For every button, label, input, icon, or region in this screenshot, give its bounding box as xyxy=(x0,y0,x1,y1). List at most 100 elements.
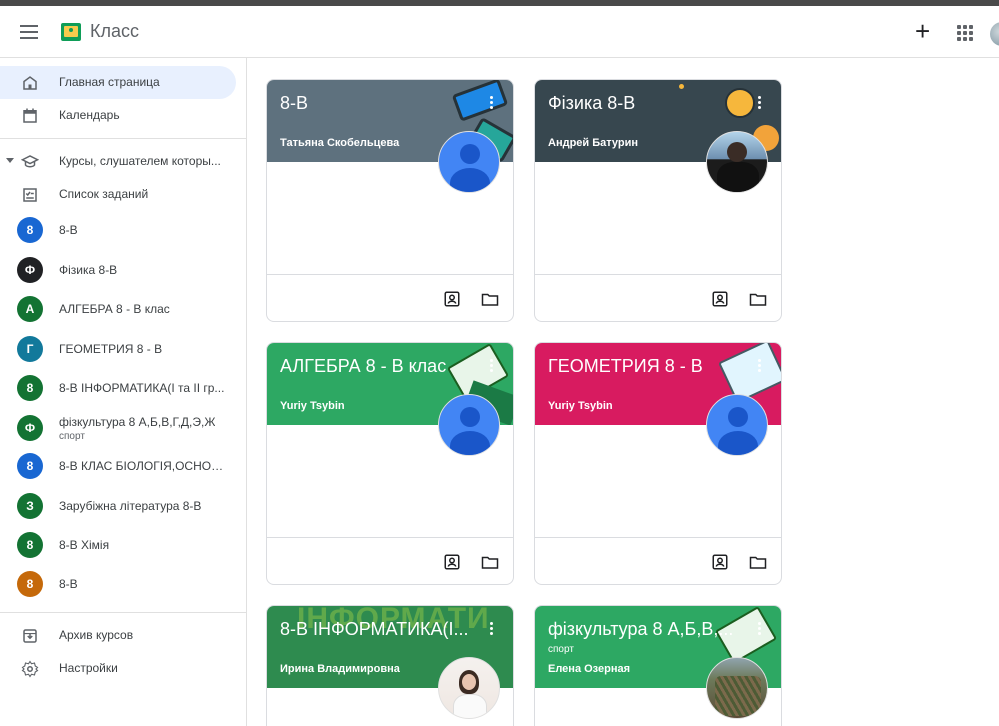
card-teacher: Татьяна Скобельцева xyxy=(280,137,400,149)
gradebook-icon[interactable] xyxy=(443,290,461,308)
sidebar-item-course[interactable]: А АЛГЕБРА 8 - В клас xyxy=(0,293,236,326)
folder-icon[interactable] xyxy=(749,553,767,571)
card-teacher: Yuriy Tsybin xyxy=(280,400,345,412)
sidebar-item-enrolled[interactable]: Курсы, слушателем которы... xyxy=(0,145,236,178)
teacher-avatar xyxy=(438,131,500,193)
class-card[interactable]: ІНФОРМАТИ 8-В ІНФОРМАТИКА(І... Ирина Вла… xyxy=(266,605,514,726)
top-app-bar: Класс + xyxy=(0,6,999,58)
card-teacher: Yuriy Tsybin xyxy=(548,400,613,412)
sidebar-item-label: АЛГЕБРА 8 - В клас xyxy=(59,302,170,316)
teacher-avatar xyxy=(706,131,768,193)
card-footer xyxy=(267,274,513,321)
sidebar-item-label: 8-В КЛАС БІОЛОГІЯ,ОСНОВ... xyxy=(59,459,229,473)
sidebar-item-home[interactable]: Главная страница xyxy=(0,66,236,99)
card-title[interactable]: 8-В ІНФОРМАТИКА(І... xyxy=(280,619,469,640)
course-avatar: З xyxy=(17,493,43,519)
app-title[interactable]: Класс xyxy=(90,21,139,42)
card-section: спорт xyxy=(548,644,574,655)
card-teacher: Елена Озерная xyxy=(548,663,631,675)
more-options-icon[interactable] xyxy=(490,359,494,375)
sidebar-item-label: Зарубіжна література 8-В xyxy=(59,499,202,513)
sidebar-item-course[interactable]: Ф фізкультура 8 А,Б,В,Г,Д,Э,Ж спорт xyxy=(0,411,236,447)
add-class-icon[interactable]: + xyxy=(915,18,930,44)
classroom-logo-icon[interactable] xyxy=(61,23,81,41)
course-avatar: Ф xyxy=(17,257,43,283)
calendar-icon xyxy=(23,108,37,123)
course-avatar: 8 xyxy=(17,532,43,558)
sidebar-item-course[interactable]: 8 8-В КЛАС БІОЛОГІЯ,ОСНОВ... xyxy=(0,450,236,483)
more-options-icon[interactable] xyxy=(490,96,494,112)
sidebar-item-label: Фізика 8-В xyxy=(59,263,118,277)
gradebook-icon[interactable] xyxy=(711,553,729,571)
course-avatar: А xyxy=(17,296,43,322)
card-footer xyxy=(535,274,781,321)
sidebar-item-label: Главная страница xyxy=(59,75,160,89)
sidebar-item-label: 8-В xyxy=(59,223,78,237)
folder-icon[interactable] xyxy=(749,290,767,308)
folder-icon[interactable] xyxy=(481,290,499,308)
sidebar-item-course[interactable]: Г ГЕОМЕТРИЯ 8 - В xyxy=(0,333,236,366)
folder-icon[interactable] xyxy=(481,553,499,571)
sidebar-divider xyxy=(0,612,247,613)
settings-icon xyxy=(21,660,39,678)
more-options-icon[interactable] xyxy=(758,359,762,375)
more-options-icon[interactable] xyxy=(758,622,762,638)
sidebar-item-label: Курсы, слушателем которы... xyxy=(59,154,221,168)
sidebar-item-label: Календарь xyxy=(59,108,120,122)
course-avatar: 8 xyxy=(17,571,43,597)
card-title[interactable]: фізкультура 8 А,Б,В,... xyxy=(548,619,733,640)
class-card[interactable]: ГЕОМЕТРИЯ 8 - В Yuriy Tsybin xyxy=(534,342,782,585)
sidebar-item-label: ГЕОМЕТРИЯ 8 - В xyxy=(59,342,163,356)
sidebar-item-course[interactable]: 8 8-В Хімія xyxy=(0,529,236,562)
sidebar: Главная страница Календарь Курсы, слушат… xyxy=(0,58,247,726)
sidebar-item-course[interactable]: Ф Фізика 8-В xyxy=(0,254,236,287)
account-avatar[interactable] xyxy=(990,22,999,46)
google-apps-icon[interactable] xyxy=(957,25,973,41)
class-card[interactable]: 8-В Татьяна Скобельцева xyxy=(266,79,514,322)
planet-illustration xyxy=(725,88,755,118)
home-icon xyxy=(23,76,37,90)
more-options-icon[interactable] xyxy=(490,622,494,638)
sidebar-item-label: 8-В ІНФОРМАТИКА(І та ІІ гр... xyxy=(59,381,225,395)
sidebar-item-course[interactable]: 8 8-В xyxy=(0,214,236,247)
card-footer xyxy=(535,537,781,584)
card-title[interactable]: 8-В xyxy=(280,93,308,114)
student-cap-icon xyxy=(21,155,39,168)
star-illustration xyxy=(679,84,684,89)
teacher-avatar xyxy=(438,394,500,456)
sidebar-divider xyxy=(0,138,247,139)
sidebar-item-calendar[interactable]: Календарь xyxy=(0,99,236,132)
sidebar-item-label: 8-В xyxy=(59,577,78,591)
card-teacher: Андрей Батурин xyxy=(548,137,639,149)
card-title[interactable]: ГЕОМЕТРИЯ 8 - В xyxy=(548,356,703,377)
class-card[interactable]: фізкультура 8 А,Б,В,... спорт Елена Озер… xyxy=(534,605,782,726)
sidebar-item-label: Архив курсов xyxy=(59,628,134,642)
card-footer xyxy=(267,537,513,584)
sidebar-item-course[interactable]: З Зарубіжна література 8-В xyxy=(0,490,236,523)
sidebar-item-label: фізкультура 8 А,Б,В,Г,Д,Э,Ж xyxy=(59,415,216,429)
main-menu-icon[interactable] xyxy=(20,25,38,39)
card-title[interactable]: Фізика 8-В xyxy=(548,93,635,114)
sidebar-item-label: Настройки xyxy=(59,661,118,675)
sidebar-item-course[interactable]: 8 8-В xyxy=(0,568,236,601)
more-options-icon[interactable] xyxy=(758,96,762,112)
todo-list-icon xyxy=(23,188,37,202)
chevron-down-icon[interactable] xyxy=(6,158,14,163)
sidebar-item-todo[interactable]: Список заданий xyxy=(0,178,236,211)
sidebar-item-sublabel: спорт xyxy=(59,431,85,442)
class-card[interactable]: Фізика 8-В Андрей Батурин xyxy=(534,79,782,322)
gradebook-icon[interactable] xyxy=(443,553,461,571)
sidebar-item-course[interactable]: 8 8-В ІНФОРМАТИКА(І та ІІ гр... xyxy=(0,372,236,405)
class-card[interactable]: АЛГЕБРА 8 - В клас Yuriy Tsybin xyxy=(266,342,514,585)
tablet-illustration xyxy=(451,80,509,122)
archive-icon xyxy=(23,629,37,643)
gradebook-icon[interactable] xyxy=(711,290,729,308)
course-avatar: 8 xyxy=(17,453,43,479)
teacher-avatar xyxy=(706,657,768,719)
sidebar-item-settings[interactable]: Настройки xyxy=(0,652,236,685)
course-avatar: Г xyxy=(17,336,43,362)
card-teacher: Ирина Владимировна xyxy=(280,663,400,675)
sidebar-item-archive[interactable]: Архив курсов xyxy=(0,619,236,652)
card-title[interactable]: АЛГЕБРА 8 - В клас xyxy=(280,356,446,377)
sidebar-item-label: 8-В Хімія xyxy=(59,538,110,552)
